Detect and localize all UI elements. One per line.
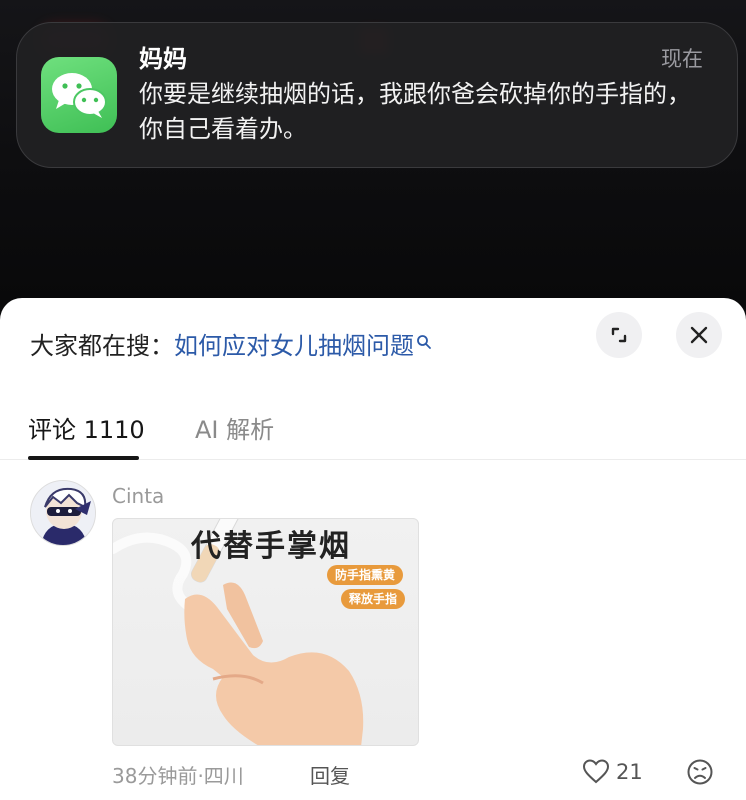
search-icon bbox=[416, 328, 432, 356]
wechat-icon bbox=[41, 57, 117, 133]
tab-ai-analysis[interactable]: AI 解析 bbox=[195, 410, 274, 445]
sad-face-icon bbox=[687, 759, 713, 785]
close-button[interactable] bbox=[676, 312, 722, 358]
comments-panel: 大家都在搜：如何应对女儿抽烟问题 评论 1110 AI 解析 Cinta 代替手… bbox=[0, 298, 746, 800]
image-title: 代替手掌烟 bbox=[191, 529, 351, 564]
trending-search-link[interactable]: 如何应对女儿抽烟问题 bbox=[174, 332, 414, 360]
notification-message: 你要是继续抽烟的话，我跟你爸会砍掉你的手指的，你自己看着办。 bbox=[139, 80, 691, 143]
notification-banner[interactable]: 妈妈 现在 你要是继续抽烟的话，我跟你爸会砍掉你的手指的，你自己看着办。 bbox=[16, 22, 738, 168]
comment-tabs: 评论 1110 AI 解析 bbox=[0, 398, 746, 460]
dislike-button[interactable] bbox=[686, 758, 714, 790]
image-tag: 防手指熏黄 bbox=[327, 565, 404, 585]
notification-time: 现在 bbox=[661, 47, 703, 71]
expand-icon bbox=[611, 327, 627, 343]
reply-button[interactable]: 回复 bbox=[310, 760, 350, 789]
avatar[interactable] bbox=[30, 480, 96, 546]
active-tab-indicator bbox=[28, 456, 139, 460]
comment-image[interactable]: 代替手掌烟 防手指熏黄 释放手指 bbox=[112, 518, 419, 746]
trending-search[interactable]: 大家都在搜：如何应对女儿抽烟问题 bbox=[30, 326, 432, 362]
notification-sender: 妈妈 bbox=[139, 45, 187, 73]
comment-time-location: 38分钟前·四川 bbox=[112, 764, 244, 788]
tab-comments[interactable]: 评论 1110 bbox=[28, 410, 145, 445]
like-count: 21 bbox=[616, 760, 643, 784]
image-tag: 释放手指 bbox=[341, 589, 406, 609]
comment-username[interactable]: Cinta bbox=[112, 484, 164, 508]
expand-button[interactable] bbox=[596, 312, 642, 358]
close-icon bbox=[690, 326, 708, 344]
heart-icon bbox=[582, 759, 610, 784]
trending-search-prefix: 大家都在搜： bbox=[30, 332, 174, 360]
